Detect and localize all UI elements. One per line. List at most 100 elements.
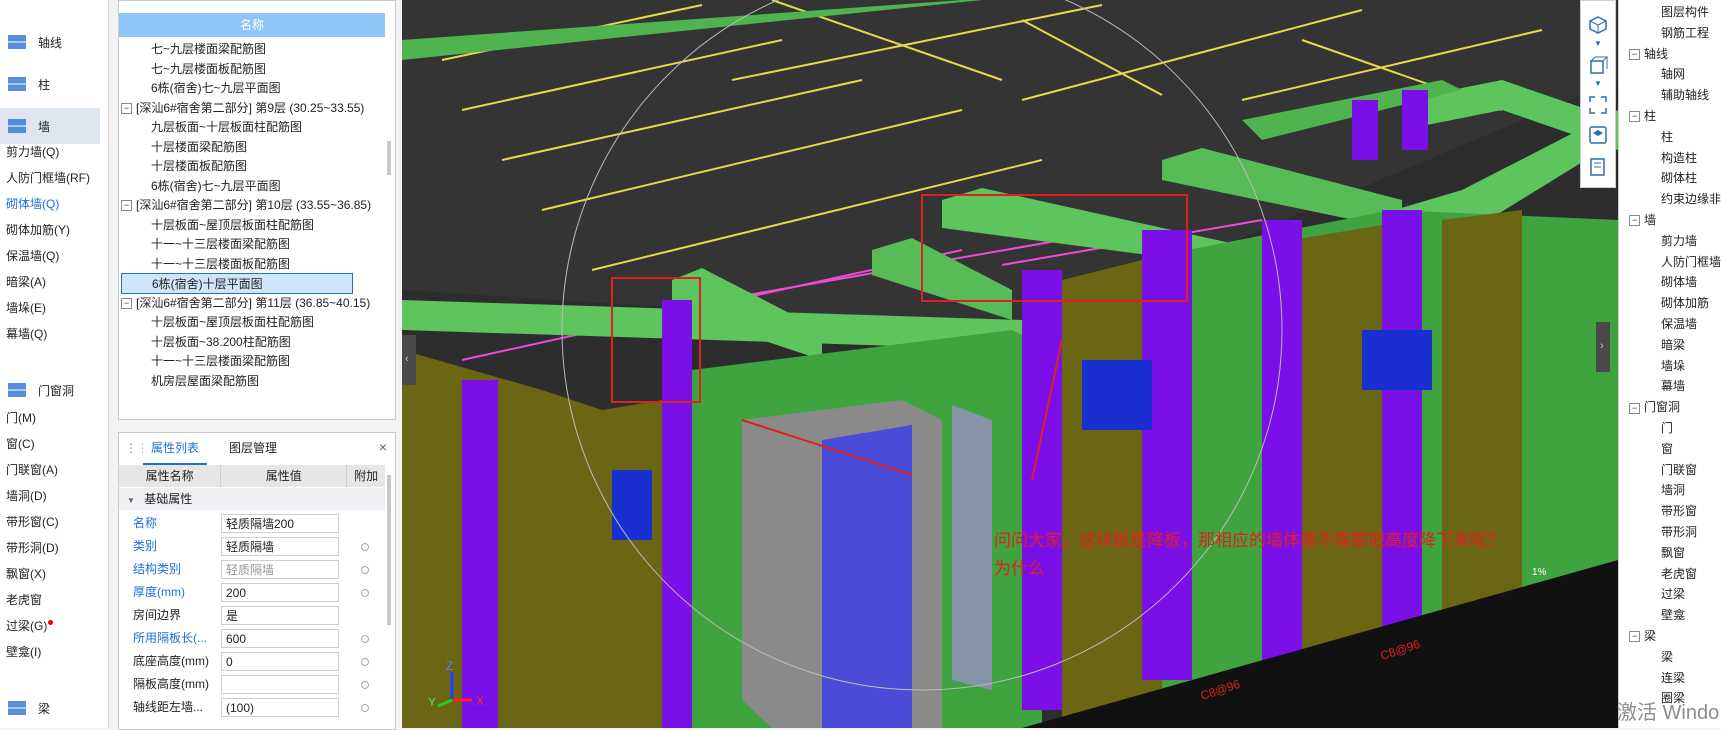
cube-view-icon[interactable] <box>1588 15 1608 35</box>
nav-item-wall-2[interactable]: 砌体墙(Q) <box>6 192 59 216</box>
right-tree-item[interactable]: 连梁 <box>1661 668 1685 689</box>
right-tree-item[interactable]: 墙垛 <box>1661 356 1685 377</box>
property-value-field[interactable]: 200 <box>221 583 339 602</box>
extra-checkbox[interactable] <box>361 658 369 666</box>
3d-viewport[interactable]: C8@96 C8@96 1% 问问大家，这块板是降板，那相应的墙体需不需要把高度… <box>402 0 1618 728</box>
nav-item-opening-0[interactable]: 门(M) <box>6 406 36 430</box>
fullscreen-icon[interactable] <box>1588 95 1608 115</box>
collapse-toggle-icon[interactable]: − <box>1629 215 1640 227</box>
property-value-field[interactable]: 轻质隔墙 <box>221 560 339 579</box>
right-tree-item[interactable]: 构造柱 <box>1661 148 1697 169</box>
right-tree-item[interactable]: 壁龛 <box>1661 605 1685 626</box>
tree-group-row[interactable]: − [深汕6#宿舍第二部分] 第10层 (33.55~36.85) <box>121 195 383 216</box>
right-tree-item[interactable]: 砌体加筋 <box>1661 293 1709 314</box>
layer-tree-header[interactable]: 名称 <box>119 13 385 37</box>
nav-category-2[interactable]: 墙 <box>0 108 100 144</box>
nav-item-opening-5[interactable]: 带形洞(D) <box>6 536 59 560</box>
right-tree-item[interactable]: 砌体墙 <box>1661 272 1697 293</box>
extra-checkbox[interactable] <box>361 566 369 574</box>
right-tree-item[interactable]: 老虎窗 <box>1661 564 1697 585</box>
box-view-icon[interactable] <box>1588 55 1608 75</box>
nav-category-3[interactable]: 门窗洞 <box>0 372 100 408</box>
property-value-field[interactable]: (100) <box>221 698 339 717</box>
property-scrollbar[interactable] <box>387 475 391 625</box>
property-value-field[interactable]: 轻质隔墙200 <box>221 514 339 533</box>
right-tree-item[interactable]: 窗 <box>1661 439 1673 460</box>
right-tree-item[interactable]: 柱 <box>1661 127 1673 148</box>
right-tree-item[interactable]: 轴网 <box>1661 64 1685 85</box>
tree-layer-row[interactable]: 6栋(宿舍)七~九层平面图 <box>121 78 383 99</box>
right-tree-item[interactable]: 钢筋工程 <box>1661 23 1709 44</box>
right-tree-item[interactable]: 人防门框墙 <box>1661 252 1721 273</box>
nav-item-opening-8[interactable]: 过梁(G) <box>6 614 54 638</box>
right-tree-group[interactable]: − 梁 <box>1629 626 1656 647</box>
chevron-right-icon[interactable]: › <box>1600 340 1610 352</box>
nav-category-1[interactable]: 柱 <box>0 66 100 102</box>
properties-view-icon[interactable] <box>1588 157 1608 177</box>
right-tree-item[interactable]: 带形窗 <box>1661 501 1697 522</box>
tree-layer-row[interactable]: 十层板面~38.200柱配筋图 <box>121 332 383 353</box>
tree-layer-row[interactable]: 十一~十三层楼面梁配筋图 <box>121 234 383 255</box>
right-tree-item[interactable]: 门联窗 <box>1661 460 1697 481</box>
3d-model-view[interactable]: C8@96 C8@96 1% 问问大家，这块板是降板，那相应的墙体需不需要把高度… <box>402 0 1618 728</box>
right-tree-item[interactable]: 约束边缘非 <box>1661 189 1721 210</box>
extra-checkbox[interactable] <box>361 589 369 597</box>
nav-item-opening-1[interactable]: 窗(C) <box>6 432 35 456</box>
nav-item-wall-7[interactable]: 幕墙(Q) <box>6 322 47 346</box>
tree-layer-row[interactable]: 十层楼面板配筋图 <box>121 156 383 177</box>
nav-item-opening-4[interactable]: 带形窗(C) <box>6 510 59 534</box>
tree-layer-row[interactable]: 十层板面~屋顶层板面柱配筋图 <box>121 312 383 333</box>
collapse-toggle-icon[interactable]: − <box>1629 111 1640 123</box>
close-icon[interactable]: × <box>379 439 387 455</box>
right-tree-item[interactable]: 带形洞 <box>1661 522 1697 543</box>
tab-layer-management[interactable]: 图层管理 <box>221 433 285 463</box>
tree-layer-row[interactable]: 6栋(宿舍)七~九层平面图 <box>121 176 383 197</box>
right-tree-item[interactable]: 门 <box>1661 418 1673 439</box>
collapse-toggle-icon[interactable]: − <box>1629 48 1640 60</box>
nav-category-4[interactable]: 梁 <box>0 690 100 726</box>
tree-layer-row[interactable]: 十一~十三层楼面梁配筋图 <box>121 351 383 372</box>
collapse-toggle-icon[interactable]: − <box>121 200 132 212</box>
right-tree-item[interactable]: 暗梁 <box>1661 335 1685 356</box>
nav-item-opening-6[interactable]: 飘窗(X) <box>6 562 46 586</box>
extra-checkbox[interactable] <box>361 704 369 712</box>
nav-item-wall-4[interactable]: 保温墙(Q) <box>6 244 59 268</box>
tree-layer-row[interactable]: 十一~十三层楼面板配筋图 <box>121 254 383 275</box>
property-value-field[interactable]: 0 <box>221 652 339 671</box>
nav-category-0[interactable]: 轴线 <box>0 24 100 60</box>
tree-layer-row[interactable]: 七~九层楼面板配筋图 <box>121 59 383 80</box>
tree-layer-row[interactable]: 十层楼面梁配筋图 <box>121 137 383 158</box>
nav-item-wall-5[interactable]: 暗梁(A) <box>6 270 46 294</box>
component-display-icon[interactable] <box>1588 125 1608 145</box>
right-tree-group[interactable]: − 轴线 <box>1629 44 1668 65</box>
right-tree-item[interactable]: 过梁 <box>1661 584 1685 605</box>
right-tree-group[interactable]: − 墙 <box>1629 210 1656 231</box>
property-value-field[interactable]: 轻质隔墙 <box>221 537 339 556</box>
layer-tree-scrollbar[interactable] <box>387 141 391 175</box>
right-tree-item[interactable]: 保温墙 <box>1661 314 1697 335</box>
nav-item-opening-3[interactable]: 墙洞(D) <box>6 484 47 508</box>
nav-item-opening-7[interactable]: 老虎窗 <box>6 588 42 612</box>
tree-group-row[interactable]: − [深汕6#宿舍第二部分] 第9层 (30.25~33.55) <box>121 98 383 119</box>
extra-checkbox[interactable] <box>361 543 369 551</box>
right-tree-item[interactable]: 飘窗 <box>1661 543 1685 564</box>
chevron-left-icon[interactable]: ‹ <box>405 353 416 365</box>
nav-item-wall-1[interactable]: 人防门框墙(RF) <box>6 166 90 190</box>
extra-checkbox[interactable] <box>361 635 369 643</box>
right-tree-item[interactable]: 辅助轴线 <box>1661 85 1709 106</box>
nav-item-wall-3[interactable]: 砌体加筋(Y) <box>6 218 70 242</box>
right-tree-group[interactable]: − 柱 <box>1629 106 1656 127</box>
right-tree-item[interactable]: 梁 <box>1661 647 1673 668</box>
viewport-right-collapse-handle[interactable]: › <box>1596 322 1610 372</box>
property-value-field[interactable] <box>221 675 339 694</box>
tree-layer-row[interactable]: 6栋(宿舍)十层平面图 <box>121 273 353 294</box>
collapse-toggle-icon[interactable]: − <box>121 102 132 114</box>
nav-item-wall-0[interactable]: 剪力墙(Q) <box>6 140 59 164</box>
property-group-basic[interactable]: ▼ 基础属性 <box>119 488 385 510</box>
tree-layer-row[interactable]: 七~九层楼面梁配筋图 <box>121 39 383 60</box>
tree-group-row[interactable]: − [深汕6#宿舍第二部分] 第11层 (36.85~40.15) <box>121 293 383 314</box>
nav-item-wall-6[interactable]: 墙垛(E) <box>6 296 46 320</box>
property-value-field[interactable]: 是 <box>221 606 339 625</box>
right-tree-item[interactable]: 墙洞 <box>1661 480 1685 501</box>
tree-layer-row[interactable]: 机房层屋面梁配筋图 <box>121 371 383 392</box>
